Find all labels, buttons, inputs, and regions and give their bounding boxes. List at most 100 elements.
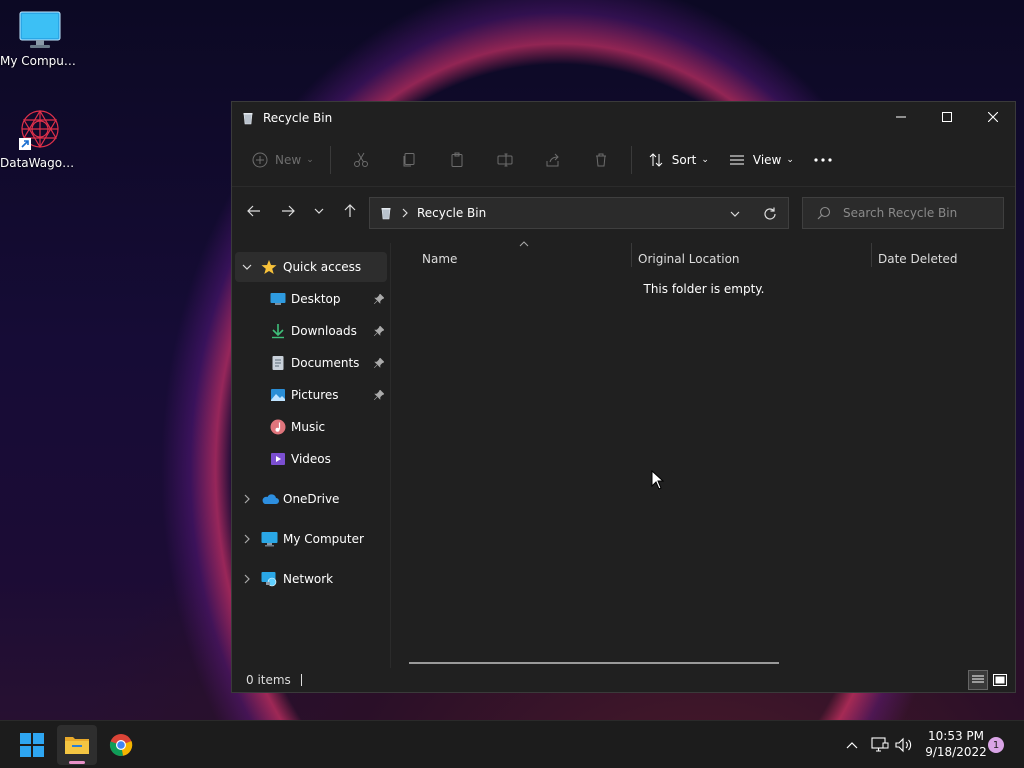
- share-button[interactable]: [529, 142, 577, 178]
- address-bar[interactable]: Recycle Bin: [369, 197, 789, 229]
- start-button[interactable]: [12, 725, 52, 765]
- taskbar-file-explorer[interactable]: [57, 725, 97, 765]
- desktop-icon-label: DataWagon...: [0, 156, 80, 170]
- recent-locations-button[interactable]: [305, 196, 333, 226]
- sort-ascending-icon: [519, 241, 529, 247]
- chevron-up-icon: [846, 742, 858, 749]
- sidebar-item-music[interactable]: Music: [235, 412, 387, 442]
- show-hidden-icons-button[interactable]: [842, 735, 862, 755]
- column-header-name[interactable]: Name: [422, 247, 622, 271]
- sidebar-item-documents[interactable]: Documents: [235, 348, 387, 378]
- forward-button[interactable]: [271, 196, 305, 226]
- clock-time: 10:53 PM: [928, 729, 984, 743]
- chevron-down-icon: ⌄: [786, 155, 794, 165]
- sidebar-item-label: Downloads: [291, 324, 357, 338]
- chevron-down-icon: [314, 208, 324, 214]
- file-list-area[interactable]: Name Original Location Date Deleted This…: [391, 237, 1015, 667]
- sort-button-label: Sort: [671, 153, 697, 167]
- pin-icon: [374, 326, 384, 336]
- more-options-button[interactable]: [804, 142, 842, 178]
- details-view-icon: [972, 675, 984, 683]
- file-explorer-window: Recycle Bin New ⌄ Sort ⌄ View ⌄ Recycle …: [231, 101, 1016, 693]
- details-view-button[interactable]: [968, 670, 988, 690]
- back-button[interactable]: [237, 196, 271, 226]
- sidebar-item-label: Pictures: [291, 388, 339, 402]
- taskbar-chrome[interactable]: [101, 725, 141, 765]
- sidebar-item-desktop[interactable]: Desktop: [235, 284, 387, 314]
- list-view-icon: [729, 155, 744, 165]
- title-bar[interactable]: Recycle Bin: [232, 102, 1015, 134]
- sidebar-item-videos[interactable]: Videos: [235, 444, 387, 474]
- sidebar-item-pictures[interactable]: Pictures: [235, 380, 387, 410]
- sidebar-item-label: Videos: [291, 452, 331, 466]
- search-icon: [817, 206, 831, 220]
- desktop-folder-icon: [270, 293, 286, 305]
- trash-icon: [595, 153, 606, 167]
- large-icons-view-button[interactable]: [990, 670, 1010, 690]
- clock[interactable]: 10:53 PM 9/18/2022: [918, 728, 994, 760]
- large-icons-view-icon: [993, 674, 1007, 686]
- speaker-icon: [895, 737, 912, 753]
- minimize-icon: [896, 116, 906, 118]
- cut-button[interactable]: [337, 142, 385, 178]
- view-button-label: View: [752, 153, 782, 167]
- windows-logo-icon: [20, 733, 44, 757]
- sidebar-item-onedrive[interactable]: OneDrive: [235, 484, 387, 514]
- notification-badge[interactable]: 1: [988, 737, 1004, 753]
- new-button-label: New: [275, 153, 302, 167]
- close-icon: [988, 112, 998, 122]
- column-header-date-deleted[interactable]: Date Deleted: [878, 247, 1008, 271]
- cloud-icon: [262, 494, 279, 504]
- chevron-right-icon: [244, 534, 250, 544]
- column-header-original-location[interactable]: Original Location: [638, 247, 858, 271]
- sidebar-item-my-computer[interactable]: My Computer: [235, 524, 387, 554]
- minimize-button[interactable]: [878, 102, 924, 132]
- toolbar-divider: [630, 146, 632, 174]
- sidebar-item-label: OneDrive: [283, 492, 340, 506]
- maximize-icon: [942, 112, 952, 122]
- refresh-button[interactable]: [760, 204, 780, 224]
- star-icon: [261, 260, 277, 274]
- sort-button[interactable]: Sort ⌄: [638, 142, 719, 178]
- monitor-icon: [261, 532, 278, 547]
- clock-date: 9/18/2022: [925, 745, 987, 759]
- video-icon: [271, 453, 285, 465]
- column-header-label: Date Deleted: [878, 252, 958, 266]
- recycle-bin-icon: [381, 208, 391, 220]
- sidebar-item-label: Music: [291, 420, 326, 434]
- status-bar: 0 items: [232, 668, 1015, 692]
- item-count: 0 items: [246, 673, 291, 687]
- sidebar-item-downloads[interactable]: Downloads: [235, 316, 387, 346]
- sidebar-item-label: Documents: [291, 356, 360, 370]
- window-title: Recycle Bin: [263, 111, 333, 125]
- refresh-icon: [764, 207, 776, 220]
- new-button[interactable]: New ⌄: [242, 142, 324, 178]
- copy-button[interactable]: [385, 142, 433, 178]
- column-divider[interactable]: [871, 243, 872, 267]
- close-button[interactable]: [970, 102, 1016, 132]
- address-dropdown-button[interactable]: [725, 204, 745, 224]
- desktop-icon-label: My Computer: [0, 54, 80, 68]
- folder-icon: [65, 737, 89, 754]
- rename-button[interactable]: [481, 142, 529, 178]
- volume-tray-button[interactable]: [894, 735, 914, 755]
- column-divider[interactable]: [631, 243, 632, 267]
- up-button[interactable]: [333, 196, 367, 226]
- chevron-down-icon: ⌄: [701, 155, 709, 165]
- horizontal-scrollbar[interactable]: [409, 662, 779, 664]
- mouse-cursor-icon: [651, 470, 665, 490]
- sidebar-item-network[interactable]: Network: [235, 564, 387, 594]
- clipboard-icon: [451, 152, 463, 167]
- desktop-icon-my-computer[interactable]: My Computer: [0, 10, 80, 68]
- view-button[interactable]: View ⌄: [719, 142, 804, 178]
- paste-button[interactable]: [433, 142, 481, 178]
- network-tray-button[interactable]: [870, 735, 890, 755]
- delete-button[interactable]: [577, 142, 625, 178]
- desktop-icon-datawagon[interactable]: DataWagon...: [0, 108, 80, 170]
- command-bar: New ⌄ Sort ⌄ View ⌄: [232, 134, 1015, 187]
- sidebar-item-label: Quick access: [283, 260, 362, 274]
- toolbar-divider: [329, 146, 331, 174]
- maximize-button[interactable]: [924, 102, 970, 132]
- search-box[interactable]: Search Recycle Bin: [802, 197, 1004, 229]
- sidebar-item-quick-access[interactable]: Quick access: [235, 252, 387, 282]
